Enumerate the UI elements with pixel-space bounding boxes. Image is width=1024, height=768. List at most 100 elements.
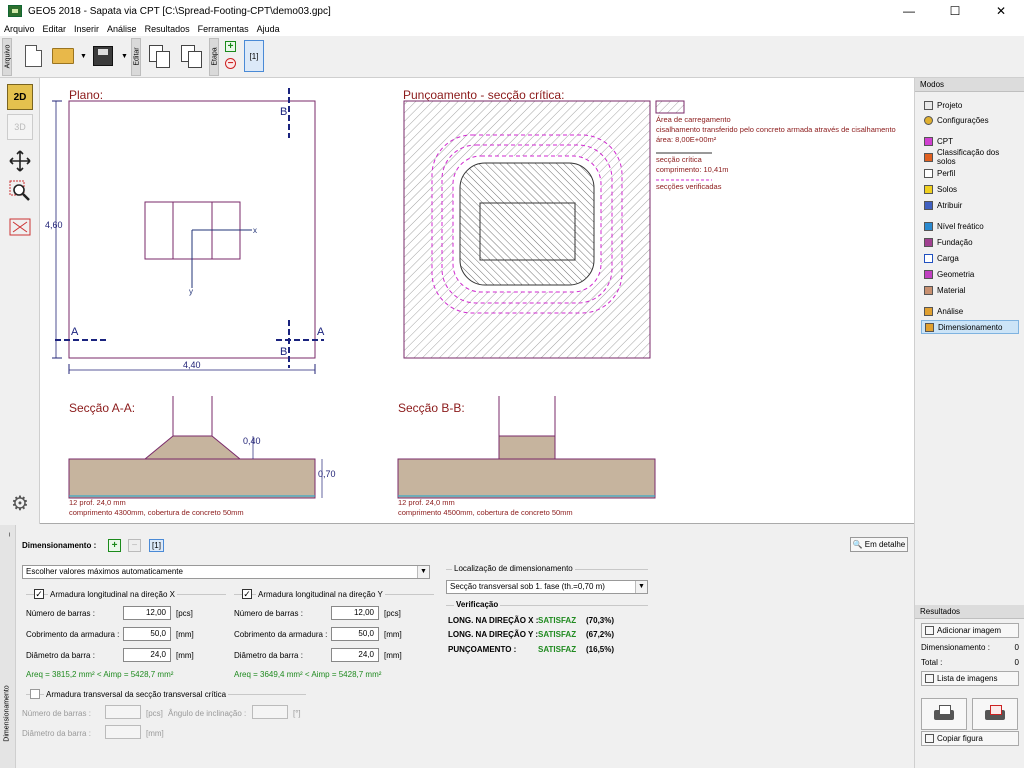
mode-geometry[interactable]: Geometria	[921, 267, 1019, 281]
results-dimensioning-value: 0	[1014, 643, 1019, 652]
label-b-top: B	[280, 106, 287, 118]
material-icon	[924, 285, 933, 295]
copy-figure-button[interactable]: Copiar figura	[921, 731, 1019, 746]
mode-load-label: Carga	[937, 253, 959, 263]
long-y-bars-input[interactable]: 12,00	[331, 606, 379, 620]
view-2d-button[interactable]: 2D	[7, 84, 33, 110]
mode-water-table[interactable]: Nível freático	[921, 219, 1019, 233]
toolbar-tab-edit-label: Editar	[133, 47, 141, 66]
menu-insert[interactable]: Inserir	[74, 24, 99, 34]
long-x-cover-input[interactable]: 50,0	[123, 627, 171, 641]
auto-select-dropdown[interactable]: Escolher valores máximos automaticamente…	[22, 565, 430, 579]
copy-figure-icon	[925, 734, 934, 743]
results-header: Resultados	[915, 605, 1024, 619]
transverse-angle-label: Ângulo de inclinação :	[168, 709, 247, 718]
long-x-bars-input[interactable]: 12,00	[123, 606, 171, 620]
toolbar-tab-edit[interactable]: Editar	[131, 38, 141, 76]
long-y-area-check: Areq = 3649,4 mm² < Aimp = 5428,7 mm²	[234, 670, 382, 679]
add-stage-icon[interactable]: +	[225, 41, 236, 52]
menu-results[interactable]: Resultados	[145, 24, 190, 34]
mode-profile[interactable]: Perfil	[921, 166, 1019, 180]
settings-gear-icon	[924, 115, 933, 125]
long-y-label: Armadura longitudinal na direção Y	[256, 590, 385, 599]
mode-dimensioning[interactable]: Dimensionamento	[921, 320, 1019, 334]
legend-area: área: 8,00E+00m²	[656, 135, 717, 144]
view-3d-button[interactable]: 3D	[7, 114, 33, 140]
new-file-button[interactable]	[20, 42, 46, 70]
mode-dimensioning-label: Dimensionamento	[938, 322, 1003, 332]
toolbar-tab-file[interactable]: Arquivo	[2, 38, 12, 76]
section-bb-title: Secção B-B:	[398, 401, 465, 415]
long-x-checkbox[interactable]: ✓	[34, 589, 44, 599]
long-x-bars-unit: [pcs]	[176, 609, 193, 618]
mode-material[interactable]: Material	[921, 283, 1019, 297]
transverse-bars-input[interactable]	[105, 705, 141, 719]
plan-title: Plano:	[69, 88, 103, 102]
mode-soils[interactable]: Solos	[921, 182, 1019, 196]
location-dropdown[interactable]: Secção transversal sob 1. fase (th.=0,70…	[446, 580, 648, 594]
long-y-checkbox[interactable]: ✓	[242, 589, 252, 599]
long-y-cover-input[interactable]: 50,0	[331, 627, 379, 641]
drawing-canvas[interactable]: Plano: x y A A B B 4,40 4,60 Punçoamento…	[40, 78, 914, 524]
close-button[interactable]: ✕	[978, 0, 1024, 22]
verification-x-value: (70,3%)	[586, 616, 615, 625]
right-panel: Modos Projeto Configurações CPT Classifi…	[914, 78, 1024, 768]
open-file-button[interactable]	[50, 42, 76, 70]
settings-button[interactable]: ⚙	[7, 490, 33, 516]
transverse-diam-input[interactable]	[105, 725, 141, 739]
mode-material-label: Material	[937, 285, 966, 295]
mode-soil-classification[interactable]: Classificação dos solos	[921, 148, 1019, 166]
image-list-button[interactable]: Lista de imagens	[921, 671, 1019, 686]
open-dropdown-icon[interactable]: ▼	[80, 53, 87, 60]
zoom-button[interactable]	[7, 178, 33, 204]
toolbar-tab-stage[interactable]: Etapa	[209, 38, 219, 76]
verification-punch-label: PUNÇOAMENTO :	[448, 645, 517, 654]
copy-button[interactable]	[146, 42, 172, 70]
minimize-button[interactable]: —	[886, 0, 932, 22]
section-aa-title: Secção A-A:	[69, 401, 135, 415]
maximize-button[interactable]: ☐	[932, 0, 978, 22]
transverse-angle-input[interactable]	[252, 705, 288, 719]
label-a-left: A	[71, 326, 79, 338]
add-image-button[interactable]: Adicionar imagem	[921, 623, 1019, 638]
remove-dimensioning-icon[interactable]: −	[128, 539, 141, 552]
mode-settings[interactable]: Configurações	[921, 113, 1019, 127]
stage-indicator[interactable]: [1]	[149, 539, 164, 552]
frame-pin-icon[interactable]: ᴵ	[9, 533, 10, 540]
paste-button[interactable]	[178, 42, 204, 70]
mode-project[interactable]: Projeto	[921, 98, 1019, 112]
chevron-down-icon: ▼	[635, 581, 647, 593]
app-icon	[8, 5, 22, 17]
menu-file[interactable]: Arquivo	[4, 24, 35, 34]
save-dropdown-icon[interactable]: ▼	[121, 53, 128, 60]
mode-assign[interactable]: Atribuir	[921, 198, 1019, 212]
image-list-icon	[925, 674, 934, 683]
add-image-icon	[925, 626, 934, 635]
print-button[interactable]	[921, 698, 967, 730]
zoom-icon	[9, 180, 30, 201]
print-pdf-button[interactable]	[972, 698, 1018, 730]
foundation-icon	[924, 237, 933, 247]
mode-foundation[interactable]: Fundação	[921, 235, 1019, 249]
mode-cpt[interactable]: CPT	[921, 134, 1019, 148]
menu-tools[interactable]: Ferramentas	[198, 24, 249, 34]
menu-analysis[interactable]: Análise	[107, 24, 137, 34]
long-y-diam-input[interactable]: 24,0	[331, 648, 379, 662]
long-y-cover-unit: [mm]	[384, 630, 402, 639]
fit-view-button[interactable]	[7, 214, 33, 240]
mode-analysis[interactable]: Análise	[921, 304, 1019, 318]
mode-load[interactable]: Carga	[921, 251, 1019, 265]
remove-stage-icon[interactable]: −	[225, 58, 236, 69]
modes-header: Modos	[915, 78, 1024, 92]
location-title: Localização de dimensionamento	[452, 564, 575, 573]
transverse-checkbox[interactable]	[30, 689, 40, 699]
save-button[interactable]	[90, 42, 116, 70]
long-x-diam-input[interactable]: 24,0	[123, 648, 171, 662]
pan-button[interactable]	[7, 148, 33, 174]
detail-button[interactable]: 🔍 Em detalhe	[850, 537, 908, 552]
add-dimensioning-icon[interactable]: +	[108, 539, 121, 552]
stage-selector[interactable]: [1]	[244, 40, 264, 72]
menu-edit[interactable]: Editar	[43, 24, 67, 34]
menu-help[interactable]: Ajuda	[257, 24, 280, 34]
verification-x-label: LONG. NA DIREÇÃO X :	[448, 616, 539, 625]
